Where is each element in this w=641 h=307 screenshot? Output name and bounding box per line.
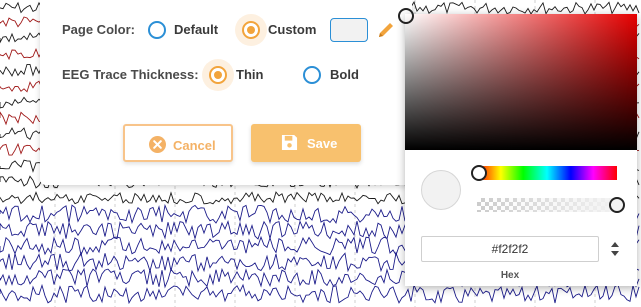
eeg-trace xyxy=(0,283,640,305)
color-picker: Hex xyxy=(398,8,637,286)
page-color-label: Page Color: xyxy=(62,22,135,37)
cancel-button[interactable]: Cancel xyxy=(123,124,233,162)
page-color-custom-radio[interactable] xyxy=(242,21,260,39)
alpha-slider[interactable] xyxy=(477,197,625,213)
display-settings-dialog: Page Color: Default Custom EEG Trace Thi… xyxy=(40,0,412,185)
hue-slider-handle[interactable] xyxy=(471,165,487,181)
color-preview xyxy=(421,170,461,210)
cancel-button-label: Cancel xyxy=(173,138,216,153)
trace-bold-radio[interactable] xyxy=(303,66,321,84)
saturation-field[interactable] xyxy=(398,8,637,150)
floppy-disk-icon xyxy=(281,134,298,151)
trace-bold-label[interactable]: Bold xyxy=(330,67,359,82)
page-color-default-label[interactable]: Default xyxy=(174,22,218,37)
hex-label: Hex xyxy=(500,270,520,281)
trace-thin-label[interactable]: Thin xyxy=(236,67,263,82)
close-circle-icon xyxy=(149,136,166,153)
hue-slider[interactable] xyxy=(471,165,617,181)
alpha-slider-handle[interactable] xyxy=(609,197,625,213)
page-color-swatch[interactable] xyxy=(330,18,368,42)
save-button[interactable]: Save xyxy=(251,124,361,162)
saturation-handle[interactable] xyxy=(398,8,414,24)
trace-thickness-label: EEG Trace Thickness: xyxy=(62,67,199,82)
hex-input[interactable] xyxy=(421,236,599,262)
trace-thin-radio[interactable] xyxy=(209,66,227,84)
page-color-custom-label[interactable]: Custom xyxy=(268,22,316,37)
pencil-icon[interactable] xyxy=(375,19,397,41)
page-color-default-radio[interactable] xyxy=(148,21,166,39)
save-button-label: Save xyxy=(307,136,338,151)
format-toggle-icon[interactable] xyxy=(609,239,621,259)
